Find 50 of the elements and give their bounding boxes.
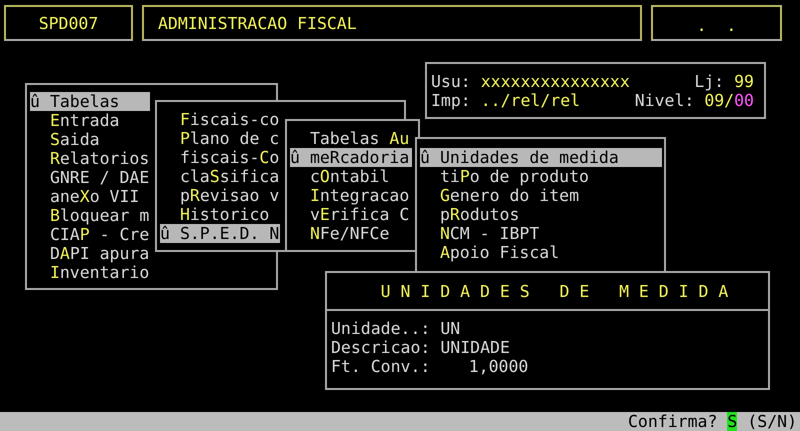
screen-title: ADMINISTRACAO FISCAL <box>158 14 357 32</box>
field-value: 1,0000 <box>468 357 528 376</box>
menu-item[interactable]: Plano de c <box>160 129 280 148</box>
menu-item[interactable]: û S.P.E.D. N <box>160 224 280 243</box>
menu-item[interactable]: pRevisao v <box>160 186 280 205</box>
menu-item[interactable]: fiscais-Co <box>160 148 280 167</box>
field-label: Unidade..: <box>331 319 430 338</box>
menu-item[interactable]: NFe/NFCe <box>290 224 412 243</box>
confirm-prompt: Confirma? <box>628 412 718 431</box>
menu-item[interactable]: aneXo VII <box>30 187 150 206</box>
menu-item[interactable]: tiPo de produto <box>420 167 662 186</box>
menu-item[interactable]: claSsifica <box>160 167 280 186</box>
info-label: Imp: <box>431 91 471 110</box>
info-value: 99 <box>734 72 754 91</box>
menu-item[interactable]: NCM - IBPT <box>420 224 662 243</box>
menu-item[interactable]: pRodutos <box>420 205 662 224</box>
menu-item[interactable]: Integracao <box>290 186 412 205</box>
field-value: UN <box>440 319 460 338</box>
menu-item[interactable]: Inventario <box>30 263 150 282</box>
info-value: ../rel/rel <box>480 91 580 110</box>
field-label: Descricao: <box>331 338 430 357</box>
info-label: Nivel: <box>634 91 694 110</box>
menu-item[interactable]: Bloquear m <box>30 206 150 225</box>
menu-item[interactable]: û meRcadoria <box>290 148 412 167</box>
info-value: 09/00 <box>704 91 754 110</box>
menu-item[interactable]: Entrada <box>30 111 150 130</box>
detail-title: U N I D A D E S D E M E D I D A <box>380 282 728 300</box>
menu-item[interactable]: DAPI apura <box>30 244 150 263</box>
menu-item[interactable]: cOntabil <box>290 167 412 186</box>
menu-item[interactable]: Fiscais-co <box>160 110 280 129</box>
menu-item[interactable]: û Unidades de medida <box>420 148 662 167</box>
menu-item[interactable]: CIAP - Cre <box>30 225 150 244</box>
info-label: Lj: <box>694 72 724 91</box>
menu-item[interactable]: Tabelas Au <box>290 129 412 148</box>
menu-item[interactable]: vE rifica C <box>290 205 412 224</box>
menu-item[interactable]: Genero do item <box>420 186 662 205</box>
field-label: Ft. Conv.: <box>331 357 430 376</box>
program-code: SPD007 <box>38 14 98 32</box>
date-text: . . <box>696 16 736 34</box>
menu-item[interactable]: Apoio Fiscal <box>420 243 662 262</box>
answer-options: (S/N) <box>747 412 797 431</box>
menu-item[interactable]: GNRE / DAE <box>30 168 150 187</box>
menu-item[interactable]: û Tabelas <box>30 92 150 111</box>
menu-item[interactable]: Saida <box>30 130 150 149</box>
menu-item[interactable]: Historico <box>160 205 280 224</box>
field-value: UNIDADE <box>440 338 510 357</box>
menu-item[interactable]: Relatorios <box>30 149 150 168</box>
answer-field[interactable]: S <box>727 412 738 431</box>
info-label: Usu: <box>431 72 471 91</box>
info-value: xxxxxxxxxxxxxxx <box>480 72 630 91</box>
